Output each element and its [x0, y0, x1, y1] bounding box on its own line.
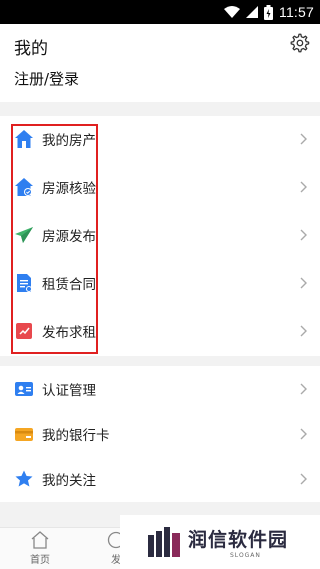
watermark-slogan: SLOGAN	[230, 552, 261, 559]
menu-item-following[interactable]: 我的关注	[0, 456, 320, 502]
id-card-icon	[15, 382, 33, 396]
signal-icon	[246, 6, 258, 18]
contract-icon	[17, 274, 32, 292]
wifi-icon	[224, 6, 240, 18]
menu-item-lease-contract[interactable]: 租赁合同	[0, 260, 320, 306]
house-icon	[15, 130, 33, 148]
star-icon	[15, 470, 33, 487]
paper-plane-icon	[15, 227, 33, 243]
menu-item-verification[interactable]: 认证管理	[0, 366, 320, 412]
chevron-right-icon	[300, 473, 307, 485]
account-menu-group: 认证管理 我的银行卡 我的关注	[0, 366, 320, 502]
property-menu-group: 我的房产 房源核验 房源发布 租赁合同 发布求租	[0, 116, 320, 356]
watermark-logo-icon	[148, 527, 180, 557]
watermark: 润信软件园 SLOGAN	[120, 515, 320, 569]
register-login-link[interactable]: 注册/登录	[14, 68, 79, 89]
house-check-icon	[15, 178, 33, 196]
chevron-right-icon	[300, 383, 307, 395]
clock: 11:57	[279, 4, 314, 20]
menu-item-label: 我的关注	[42, 473, 96, 489]
chevron-right-icon	[300, 181, 307, 193]
chevron-right-icon	[300, 277, 307, 289]
rent-request-icon	[16, 323, 32, 339]
menu-item-label: 房源核验	[42, 181, 96, 197]
menu-item-label: 认证管理	[42, 383, 96, 399]
home-icon	[31, 531, 49, 549]
tab-label: 首页	[30, 555, 50, 566]
menu-item-listing-verify[interactable]: 房源核验	[0, 164, 320, 210]
menu-item-rent-request[interactable]: 发布求租	[0, 308, 320, 354]
menu-item-bank-card[interactable]: 我的银行卡	[0, 411, 320, 457]
chevron-right-icon	[300, 428, 307, 440]
chevron-right-icon	[300, 133, 307, 145]
status-bar: 11:57	[0, 0, 320, 24]
menu-item-label: 租赁合同	[42, 277, 96, 293]
menu-item-label: 发布求租	[42, 325, 96, 341]
menu-item-label: 我的房产	[42, 133, 96, 149]
watermark-text: 润信软件园	[188, 529, 289, 551]
menu-item-my-property[interactable]: 我的房产	[0, 116, 320, 162]
profile-header: 我的 注册/登录	[0, 24, 320, 102]
menu-item-label: 我的银行卡	[42, 428, 110, 444]
settings-gear-icon[interactable]	[288, 32, 310, 54]
menu-item-label: 房源发布	[42, 229, 96, 245]
chevron-right-icon	[300, 229, 307, 241]
bank-card-icon	[15, 428, 33, 441]
menu-item-listing-publish[interactable]: 房源发布	[0, 212, 320, 258]
page-title: 我的	[14, 39, 48, 59]
chevron-right-icon	[300, 325, 307, 337]
battery-icon	[264, 4, 273, 20]
tab-home[interactable]: 首页	[10, 530, 70, 568]
